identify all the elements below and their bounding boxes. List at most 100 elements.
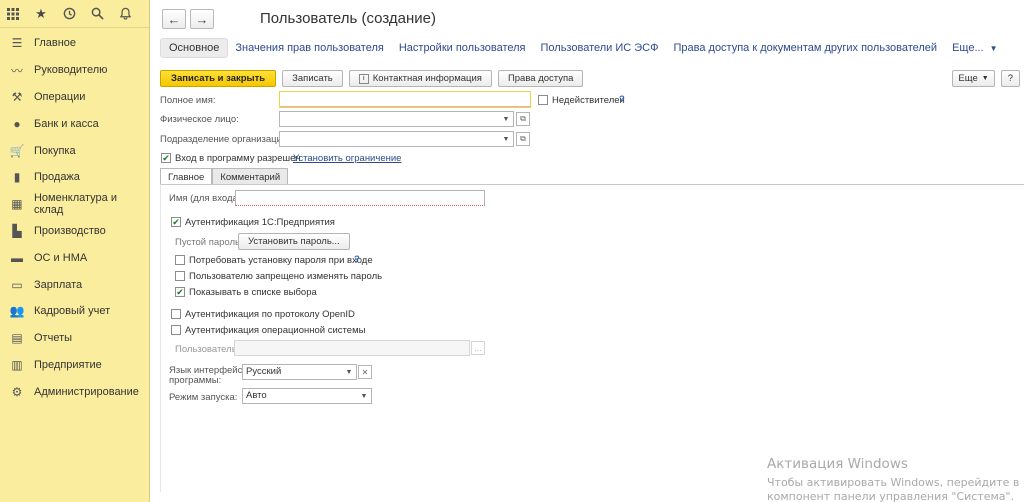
sidebar-item[interactable]: ▭ Зарплата (0, 271, 149, 298)
invalid-label: Недействителен (552, 95, 625, 106)
full-name-field[interactable] (279, 91, 531, 108)
inner-tabs: Главное Комментарий (160, 168, 289, 185)
page-title: Пользователь (создание) (260, 10, 436, 27)
contact-info-label: Контактная информация (372, 73, 482, 84)
login-allowed-label: Вход в программу разрешен (175, 153, 301, 164)
sidebar-item-label: Операции (34, 90, 86, 103)
back-button[interactable]: ← (162, 9, 186, 29)
language-value: Русский (246, 366, 282, 377)
dropdown-arrow-icon[interactable]: ▼ (357, 389, 371, 403)
forward-arrow-icon: → (195, 11, 209, 27)
empty-password-label: Пустой пароль (175, 237, 240, 248)
sidebar-item-label: Зарплата (34, 278, 83, 291)
section-tabs: Основное Значения прав пользователя Наст… (160, 37, 998, 59)
tab-document-access[interactable]: Права доступа к документам других пользо… (673, 42, 937, 55)
tab-user-settings[interactable]: Настройки пользователя (399, 42, 526, 55)
windows-activation-watermark: Активация Windows Чтобы активировать Win… (767, 456, 1019, 502)
clear-icon[interactable]: ✕ (358, 365, 372, 379)
search-icon[interactable] (90, 7, 104, 21)
invalid-checkbox[interactable] (538, 95, 548, 105)
sidebar-item-label: Кадровый учет (34, 305, 111, 318)
sidebar-top-bar: ★ (0, 0, 149, 28)
sidebar-item[interactable]: ⚒ Операции (0, 84, 149, 111)
bell-icon[interactable] (118, 7, 132, 21)
more-actions-button[interactable]: Еще ▼ (952, 70, 995, 87)
login-name-field[interactable] (235, 190, 485, 206)
language-label-line2: программы: (169, 375, 222, 386)
sidebar-item[interactable]: ▬ ОС и НМА (0, 244, 149, 271)
sidebar-item-label: Банк и касса (34, 117, 99, 130)
open-individual-icon[interactable]: ⧉ (516, 112, 530, 126)
dropdown-arrow-icon[interactable]: ▼ (499, 112, 513, 126)
contact-info-button[interactable]: i Контактная информация (348, 70, 492, 87)
save-button[interactable]: Записать (282, 70, 343, 87)
help-question-icon[interactable]: ? (619, 94, 625, 105)
sidebar-item[interactable]: ▮ Продажа (0, 164, 149, 191)
individual-field[interactable]: ▼ (279, 111, 514, 127)
language-select[interactable]: Русский ▼ (242, 364, 357, 380)
sidebar-item[interactable]: 👥 Кадровый учет (0, 298, 149, 325)
sidebar-item-label: Производство (34, 224, 106, 237)
tab-comment[interactable]: Комментарий (212, 168, 289, 185)
dropdown-arrow-icon[interactable]: ▼ (342, 365, 356, 379)
openid-label: Аутентификация по протоколу OpenID (185, 309, 355, 320)
tab-panel: Имя (для входа): ✔ Аутентификация 1С:Пре… (160, 184, 1024, 492)
require-password-label: Потребовать установку пароля при входе (189, 255, 373, 266)
access-rights-button[interactable]: Права доступа (497, 70, 584, 87)
wallet-icon: ▭ (11, 277, 23, 292)
save-and-close-button[interactable]: Записать и закрыть (160, 70, 277, 87)
set-restriction-link[interactable]: Установить ограничение (293, 153, 401, 164)
sidebar-item[interactable]: 🛒 Покупка (0, 137, 149, 164)
os-auth-checkbox[interactable] (171, 325, 181, 335)
apps-grid-icon[interactable] (6, 7, 20, 21)
sidebar-item[interactable]: ▙ Производство (0, 218, 149, 245)
login-allowed-checkbox[interactable]: ✔ (161, 153, 171, 163)
os-user-select-button: … (471, 341, 485, 355)
help-button[interactable]: ? (1000, 70, 1020, 87)
sidebar-item-label: Покупка (34, 144, 76, 157)
forbid-change-checkbox[interactable] (175, 271, 185, 281)
set-password-button[interactable]: Установить пароль... (238, 233, 350, 250)
sidebar-item[interactable]: ⚙ Администрирование (0, 378, 149, 405)
sidebar-item[interactable]: ▦ Номенклатура и склад (0, 191, 149, 218)
full-name-label: Полное имя: (160, 95, 216, 106)
tab-general[interactable]: Главное (160, 168, 213, 185)
sidebar-item-label: Предприятие (34, 358, 102, 371)
history-icon[interactable] (62, 7, 76, 21)
show-in-list-checkbox[interactable]: ✔ (175, 287, 185, 297)
watermark-line2: Чтобы активировать Windows, перейдите в (767, 476, 1020, 489)
chevron-down-icon[interactable]: ▼ (990, 44, 998, 53)
require-password-checkbox[interactable] (175, 255, 185, 265)
sidebar-item[interactable]: 〰 Руководителю (0, 57, 149, 84)
menu-icon: ☰ (11, 36, 23, 51)
os-auth-label: Аутентификация операционной системы (185, 325, 366, 336)
cart-icon: 🛒 (9, 143, 25, 158)
department-field[interactable]: ▼ (279, 131, 514, 147)
chevron-down-icon: ▼ (981, 75, 989, 82)
bag-icon: ▮ (13, 170, 21, 185)
help-question-icon[interactable]: ? (354, 254, 360, 265)
openid-checkbox[interactable] (171, 309, 181, 319)
toolbar-right: Еще ▼ ? (952, 70, 1020, 87)
sidebar-item[interactable]: ▥ Предприятие (0, 352, 149, 379)
operations-icon: ⚒ (11, 89, 23, 104)
star-icon[interactable]: ★ (34, 6, 48, 21)
sidebar-item[interactable]: ☰ Главное (0, 30, 149, 57)
sidebar-item-label: Администрирование (34, 385, 139, 398)
forward-button[interactable]: → (190, 9, 214, 29)
watermark-line3: компонент панели управления "Система". (767, 490, 1015, 502)
os-user-label: Пользователь: (175, 344, 240, 355)
open-department-icon[interactable]: ⧉ (516, 132, 530, 146)
tab-more[interactable]: Еще... (952, 42, 984, 55)
contact-card-icon: i (358, 73, 369, 84)
dropdown-arrow-icon[interactable]: ▼ (499, 132, 513, 146)
report-icon: ▤ (11, 331, 23, 346)
sidebar-item[interactable]: ● Банк и касса (0, 110, 149, 137)
auth-1c-label: Аутентификация 1С:Предприятия (185, 217, 335, 228)
launch-mode-select[interactable]: Авто ▼ (242, 388, 372, 404)
tab-esf-users[interactable]: Пользователи ИС ЭСФ (541, 42, 659, 55)
auth-1c-checkbox[interactable]: ✔ (171, 217, 181, 227)
tab-rights-values[interactable]: Значения прав пользователя (235, 42, 383, 55)
sidebar-item[interactable]: ▤ Отчеты (0, 325, 149, 352)
tab-main[interactable]: Основное (160, 38, 229, 58)
